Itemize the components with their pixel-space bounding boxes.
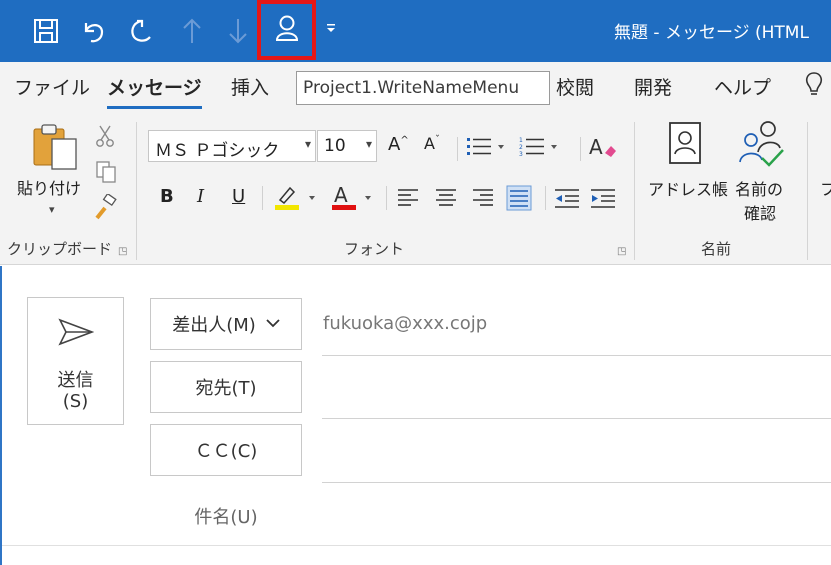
grow-font-label: A	[388, 134, 401, 155]
customize-dropdown-icon[interactable]	[326, 22, 336, 37]
svg-text:3: 3	[519, 151, 523, 158]
align-center-icon[interactable]	[435, 187, 457, 213]
font-name-value: ＭＳ Ｐゴシック	[155, 141, 280, 161]
partial-next-group-button[interactable]: フ	[820, 176, 831, 200]
format-painter-icon[interactable]	[93, 192, 119, 224]
group-divider	[634, 122, 635, 260]
subject-field[interactable]	[2, 545, 831, 546]
lightbulb-icon[interactable]	[804, 70, 824, 104]
from-button[interactable]: 差出人(M)	[150, 298, 302, 350]
font-launcher-icon[interactable]: ◳	[617, 246, 626, 257]
subject-label: 件名(U)	[194, 507, 258, 528]
macro-button-highlight[interactable]	[257, 0, 316, 60]
cut-icon[interactable]	[95, 124, 115, 152]
save-icon[interactable]	[32, 16, 60, 46]
check-names-icon[interactable]	[738, 118, 788, 174]
send-button[interactable]: 送信 (S)	[27, 297, 124, 425]
cc-button[interactable]: ＣＣ(C)	[150, 424, 302, 476]
tab-insert[interactable]: 挿入	[231, 73, 269, 100]
justify-icon[interactable]	[506, 185, 532, 215]
title-bar: 無題 - メッセージ (HTML	[0, 0, 831, 62]
bullets-icon[interactable]	[465, 135, 507, 163]
highlight-color-icon[interactable]	[272, 182, 320, 216]
to-button[interactable]: 宛先(T)	[150, 361, 302, 413]
tab-help[interactable]: ヘルプ	[714, 73, 771, 100]
svg-text:A: A	[589, 135, 603, 159]
font-name-combo[interactable]: ＭＳ Ｐゴシック ▾	[148, 130, 316, 162]
align-right-icon[interactable]	[472, 187, 494, 213]
increase-indent-icon[interactable]	[590, 187, 616, 213]
tab-review[interactable]: 校閲	[556, 73, 594, 100]
arrow-down-icon	[224, 16, 252, 46]
font-color-icon[interactable]: A	[330, 182, 378, 216]
paste-dropdown-icon[interactable]: ▾	[49, 203, 55, 216]
address-book-icon[interactable]	[666, 120, 706, 172]
check-names-line1[interactable]: 名前の	[735, 176, 783, 200]
svg-text:A: A	[334, 183, 348, 207]
italic-button[interactable]: I	[197, 186, 204, 207]
shrink-font-button[interactable]: Aˇ	[424, 134, 440, 153]
divider	[580, 137, 581, 161]
paste-icon[interactable]	[30, 121, 80, 175]
send-icon	[58, 318, 95, 350]
person-icon[interactable]	[274, 14, 300, 46]
tab-file[interactable]: ファイル	[14, 73, 90, 100]
grow-font-button[interactable]: A^	[388, 134, 409, 155]
divider	[545, 186, 546, 210]
clipboard-launcher-icon[interactable]: ◳	[118, 246, 127, 257]
bold-button[interactable]: B	[160, 186, 174, 207]
names-group-label: 名前	[701, 240, 732, 258]
svg-text:2: 2	[519, 144, 523, 151]
clear-formatting-icon[interactable]: A	[588, 133, 618, 165]
from-value: fukuoka@xxx.cojp	[323, 313, 488, 334]
tab-message[interactable]: メッセージ	[107, 73, 202, 109]
copy-icon[interactable]	[95, 160, 117, 188]
group-divider	[807, 122, 808, 260]
font-size-value: 10	[324, 136, 346, 156]
cc-field[interactable]	[322, 482, 831, 483]
underline-button[interactable]: U	[232, 186, 245, 207]
window-title: 無題 - メッセージ (HTML	[614, 23, 809, 43]
address-book-button[interactable]: アドレス帳	[648, 176, 728, 200]
numbering-icon[interactable]: 123	[518, 135, 560, 163]
tab-developer[interactable]: 開発	[634, 73, 672, 100]
chevron-down-icon[interactable]: ▾	[366, 137, 372, 151]
compose-area	[0, 266, 831, 565]
check-names-line2[interactable]: 確認	[744, 200, 776, 224]
from-button-label: 差出人(M)	[172, 315, 256, 336]
chevron-down-icon[interactable]: ▾	[305, 137, 311, 151]
chevron-down-icon	[266, 316, 280, 332]
decrease-indent-icon[interactable]	[554, 187, 580, 213]
divider	[457, 137, 458, 161]
svg-text:1: 1	[519, 137, 523, 144]
font-size-combo[interactable]: 10 ▾	[317, 130, 377, 162]
group-divider	[136, 122, 137, 260]
clipboard-group-label: クリップボード	[7, 240, 113, 258]
align-left-icon[interactable]	[397, 187, 419, 213]
font-group-label: フォント	[344, 240, 405, 258]
send-shortcut-label: (S)	[62, 391, 89, 412]
macro-tooltip: Project1.WriteNameMenu	[296, 71, 550, 105]
arrow-up-icon	[178, 16, 206, 46]
undo-icon[interactable]	[80, 16, 108, 46]
to-field[interactable]	[322, 418, 831, 419]
redo-icon[interactable]	[128, 16, 156, 46]
send-label: 送信	[57, 370, 94, 391]
from-divider	[322, 355, 831, 356]
paste-button[interactable]: 貼り付け	[17, 175, 81, 199]
divider	[262, 186, 263, 210]
divider	[386, 186, 387, 210]
shrink-font-label: A	[424, 134, 435, 153]
